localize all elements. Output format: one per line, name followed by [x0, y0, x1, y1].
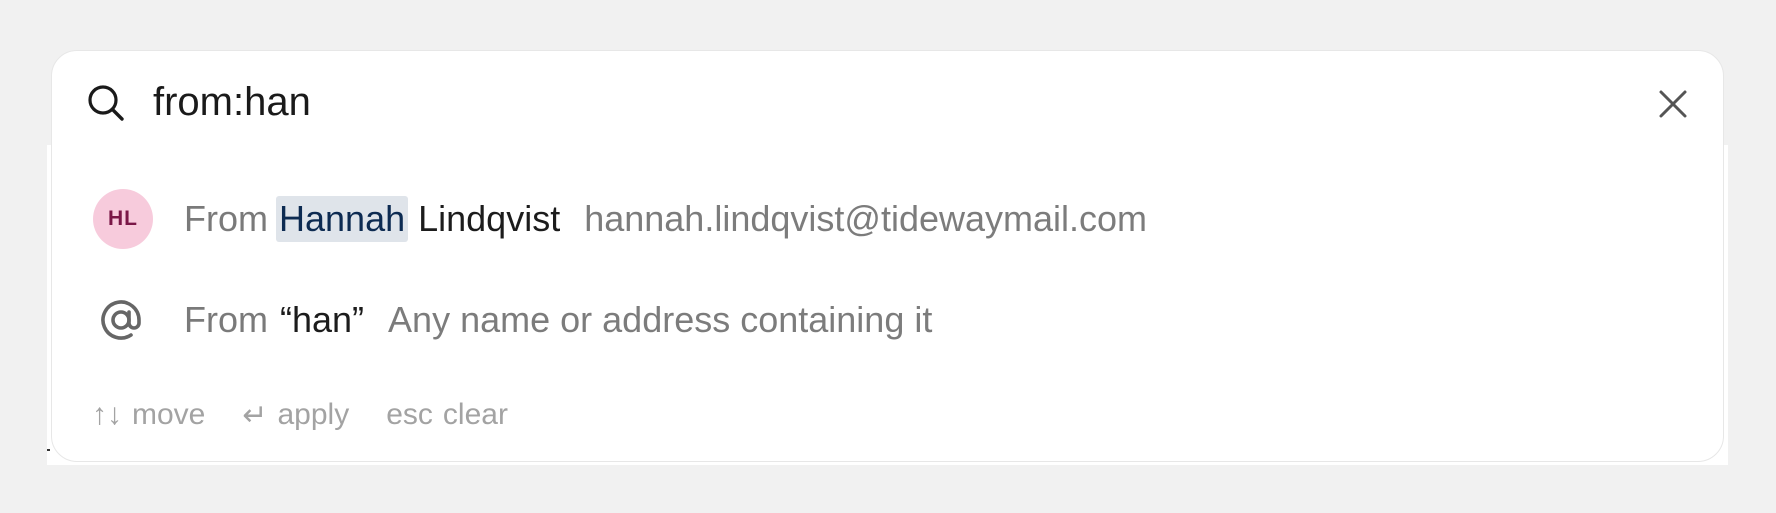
enter-key-icon: ↵: [242, 398, 268, 432]
match-highlight: Hannah: [276, 196, 409, 242]
search-bar: [52, 51, 1723, 153]
suggestion-prefix: From: [184, 198, 268, 239]
query-term: “han”: [280, 299, 365, 340]
suggestion-text: From Hannah Lindqvist hannah.lindqvist@t…: [184, 176, 1147, 262]
contact-name-rest: Lindqvist: [418, 198, 561, 239]
suggestion-contact-hannah[interactable]: HL From Hannah Lindqvist hannah.lindqvis…: [52, 176, 1723, 262]
suggestion-text: From “han” Any name or address containin…: [184, 277, 932, 363]
contact-email: hannah.lindqvist@tidewaymail.com: [584, 198, 1148, 239]
close-icon: [1659, 90, 1687, 118]
hint-move: ↑↓ move: [92, 398, 205, 432]
search-panel: HL From Hannah Lindqvist hannah.lindqvis…: [51, 50, 1724, 462]
at-sign-icon: [101, 300, 141, 340]
keyboard-hints: ↑↓ move ↵ apply esc clear: [92, 393, 508, 437]
edge-mark: [47, 449, 50, 451]
suggestion-prefix: From: [184, 299, 268, 340]
suggestion-text-search[interactable]: From “han” Any name or address containin…: [52, 277, 1723, 363]
esc-key-label: esc: [386, 398, 433, 431]
hint-apply: ↵ apply: [242, 398, 349, 433]
hint-move-label: move: [132, 398, 206, 431]
avatar: HL: [93, 189, 153, 249]
hint-clear: esc clear: [386, 398, 508, 432]
arrow-keys-icon: ↑↓: [92, 398, 122, 431]
suggestion-description: Any name or address containing it: [388, 299, 933, 340]
hint-clear-label: clear: [442, 398, 508, 431]
search-input[interactable]: [153, 73, 1553, 131]
clear-search-button[interactable]: [1650, 81, 1696, 127]
hint-apply-label: apply: [277, 398, 350, 431]
search-icon: [88, 85, 124, 121]
